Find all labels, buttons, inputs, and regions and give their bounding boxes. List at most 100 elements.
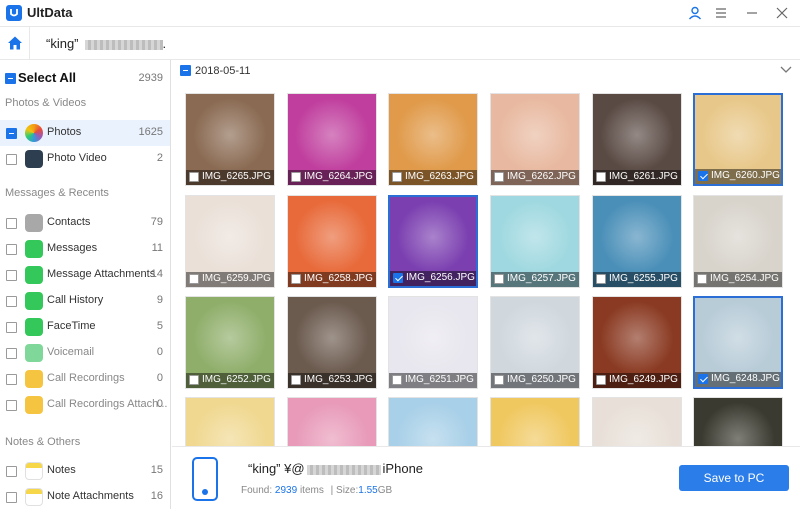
select-all-checkbox[interactable] — [5, 73, 16, 84]
photo-checkbox[interactable] — [189, 375, 199, 385]
sidebar-item-call-history[interactable]: Call History 9 — [0, 288, 170, 314]
scrollbar[interactable] — [790, 90, 796, 445]
photo-caption: IMG_6265.JPG — [186, 170, 274, 185]
sidebar-item-message-attachments[interactable]: Message Attachments 14 — [0, 262, 170, 288]
photo-thumbnail[interactable]: IMG_6262.JPG — [490, 93, 580, 186]
photo-checkbox[interactable] — [697, 274, 707, 284]
sidebar-item-call-recordings-attachments[interactable]: Call Recordings Attach... 0 — [0, 392, 170, 418]
photo-thumbnail[interactable]: IMG_6251.JPG — [388, 296, 478, 389]
photo-filename: IMG_6259.JPG — [202, 273, 271, 284]
facetime-checkbox[interactable] — [6, 322, 17, 333]
call-recordings-checkbox[interactable] — [6, 374, 17, 385]
photo-thumbnail[interactable]: IMG_6252.JPG — [185, 296, 275, 389]
photo-checkbox[interactable] — [392, 172, 402, 182]
photos-checkbox[interactable] — [6, 128, 17, 139]
sidebar-item-photo-video[interactable]: Photo Video 2 — [0, 146, 170, 172]
photo-checkbox[interactable] — [494, 375, 504, 385]
account-icon[interactable] — [686, 4, 704, 22]
photo-thumbnail[interactable]: IMG_6259.JPG — [185, 195, 275, 288]
photo-thumbnail[interactable]: IMG_6260.JPG — [693, 93, 783, 186]
sidebar-item-count: 79 — [150, 216, 163, 228]
device-breadcrumb: “king”. — [46, 36, 166, 51]
photo-video-checkbox[interactable] — [6, 154, 17, 165]
size-label: Size: — [336, 485, 359, 496]
photo-filename: IMG_6255.JPG — [609, 273, 678, 284]
sidebar-item-label: Note Attachments — [47, 490, 134, 502]
photo-checkbox[interactable] — [596, 172, 606, 182]
photo-checkbox[interactable] — [189, 274, 199, 284]
voicemail-checkbox[interactable] — [6, 348, 17, 359]
sidebar-item-notes[interactable]: Notes 15 — [0, 458, 170, 484]
notes-checkbox[interactable] — [6, 466, 17, 477]
contacts-checkbox[interactable] — [6, 218, 17, 229]
photo-checkbox[interactable] — [698, 374, 708, 384]
photo-checkbox[interactable] — [596, 375, 606, 385]
photo-checkbox[interactable] — [698, 171, 708, 181]
sidebar-item-voicemail[interactable]: Voicemail 0 — [0, 340, 170, 366]
photo-thumbnail[interactable]: IMG_6265.JPG — [185, 93, 275, 186]
photo-thumbnail[interactable] — [287, 397, 377, 446]
photo-thumbnail[interactable]: IMG_6256.JPG — [388, 195, 478, 288]
ultdata-logo-icon — [6, 5, 22, 21]
note-attachments-checkbox[interactable] — [6, 492, 17, 503]
photo-thumbnail[interactable]: IMG_6250.JPG — [490, 296, 580, 389]
date-group-label: 2018-05-11 — [195, 65, 251, 77]
photo-caption: IMG_6254.JPG — [694, 272, 782, 287]
photo-checkbox[interactable] — [393, 273, 403, 283]
sidebar-item-count: 1625 — [138, 126, 163, 138]
photo-checkbox[interactable] — [291, 375, 301, 385]
photo-thumbnail[interactable] — [185, 397, 275, 446]
sidebar-item-contacts[interactable]: Contacts 79 — [0, 210, 170, 236]
photo-thumbnail[interactable] — [592, 397, 682, 446]
chevron-down-icon[interactable] — [780, 63, 792, 77]
messages-checkbox[interactable] — [6, 244, 17, 255]
photo-caption: IMG_6248.JPG — [695, 372, 781, 387]
photo-thumbnail[interactable]: IMG_6248.JPG — [693, 296, 783, 389]
size-value: 1.55 — [358, 485, 378, 496]
date-group-checkbox[interactable] — [180, 65, 191, 76]
photo-checkbox[interactable] — [494, 172, 504, 182]
select-all-row[interactable]: Select All 2939 — [0, 68, 170, 90]
photo-checkbox[interactable] — [392, 375, 402, 385]
photo-thumbnail[interactable] — [490, 397, 580, 446]
message-attachments-checkbox[interactable] — [6, 270, 17, 281]
menu-icon[interactable] — [712, 4, 730, 22]
size-unit: GB — [377, 485, 393, 496]
photo-checkbox[interactable] — [291, 274, 301, 284]
sidebar-item-call-recordings[interactable]: Call Recordings 0 — [0, 366, 170, 392]
facetime-icon — [25, 318, 43, 336]
photo-filename: IMG_6248.JPG — [711, 373, 780, 384]
photo-checkbox[interactable] — [596, 274, 606, 284]
photo-checkbox[interactable] — [494, 274, 504, 284]
photo-caption: IMG_6262.JPG — [491, 170, 579, 185]
photo-thumbnail[interactable]: IMG_6261.JPG — [592, 93, 682, 186]
photo-thumbnail[interactable]: IMG_6254.JPG — [693, 195, 783, 288]
photo-thumbnail[interactable] — [693, 397, 783, 446]
sidebar-item-label: Call Recordings — [47, 372, 125, 384]
photo-thumbnail[interactable] — [388, 397, 478, 446]
home-button[interactable] — [0, 27, 30, 59]
call-recordings-attachments-checkbox[interactable] — [6, 400, 17, 411]
sidebar-item-count: 14 — [150, 268, 163, 280]
minimize-icon[interactable] — [743, 4, 761, 22]
photo-checkbox[interactable] — [189, 172, 199, 182]
photo-thumbnail[interactable]: IMG_6255.JPG — [592, 195, 682, 288]
footer-bar: “king” ¥@ iPhone Found: 2939 items | Size… — [172, 446, 800, 509]
photo-thumbnail[interactable]: IMG_6253.JPG — [287, 296, 377, 389]
photo-thumbnail[interactable]: IMG_6249.JPG — [592, 296, 682, 389]
sidebar-item-note-attachments[interactable]: Note Attachments 16 — [0, 484, 170, 509]
photo-thumbnail[interactable]: IMG_6263.JPG — [388, 93, 478, 186]
footer-stats: Found: 2939 items | Size:1.55GB — [241, 485, 393, 496]
sidebar-item-photos[interactable]: Photos 1625 — [0, 120, 170, 146]
redacted-text — [84, 39, 163, 50]
photo-checkbox[interactable] — [291, 172, 301, 182]
sidebar-item-messages[interactable]: Messages 11 — [0, 236, 170, 262]
photo-thumbnail[interactable]: IMG_6257.JPG — [490, 195, 580, 288]
call-history-checkbox[interactable] — [6, 296, 17, 307]
close-icon[interactable] — [773, 4, 791, 22]
save-to-pc-button[interactable]: Save to PC — [679, 465, 789, 491]
sidebar-item-facetime[interactable]: FaceTime 5 — [0, 314, 170, 340]
photo-thumbnail[interactable]: IMG_6258.JPG — [287, 195, 377, 288]
photo-thumbnail[interactable]: IMG_6264.JPG — [287, 93, 377, 186]
device-name-suffix: . — [162, 36, 167, 51]
